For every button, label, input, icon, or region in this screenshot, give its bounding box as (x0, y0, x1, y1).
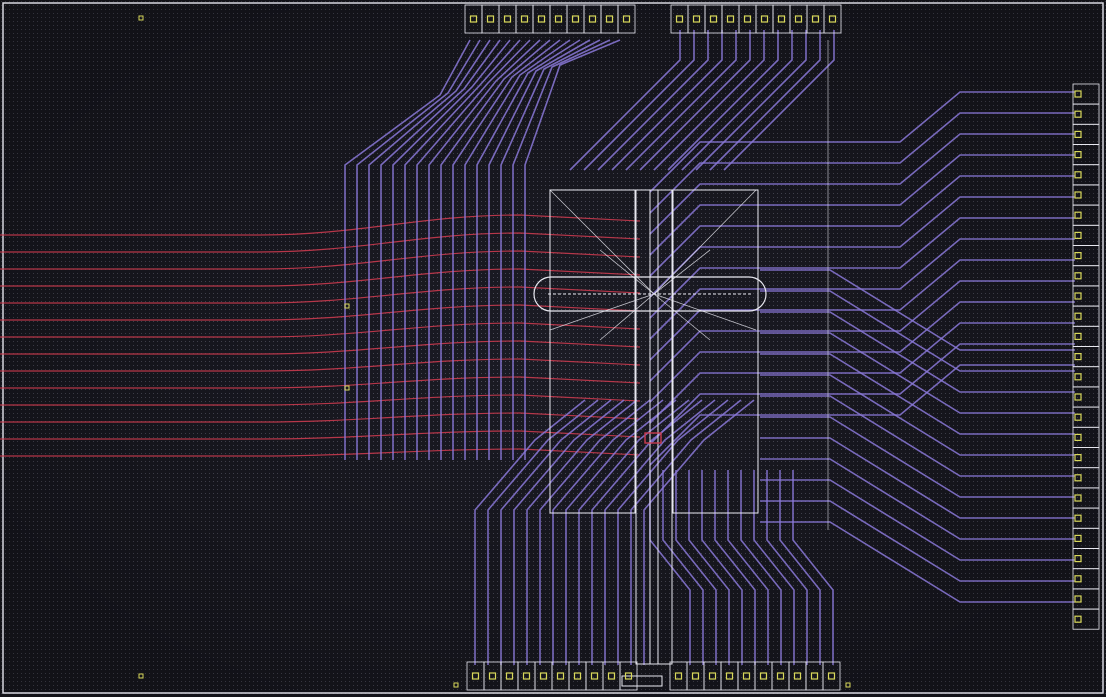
chip-layout-view[interactable] (0, 0, 1106, 697)
layout-canvas[interactable] (0, 0, 1106, 697)
